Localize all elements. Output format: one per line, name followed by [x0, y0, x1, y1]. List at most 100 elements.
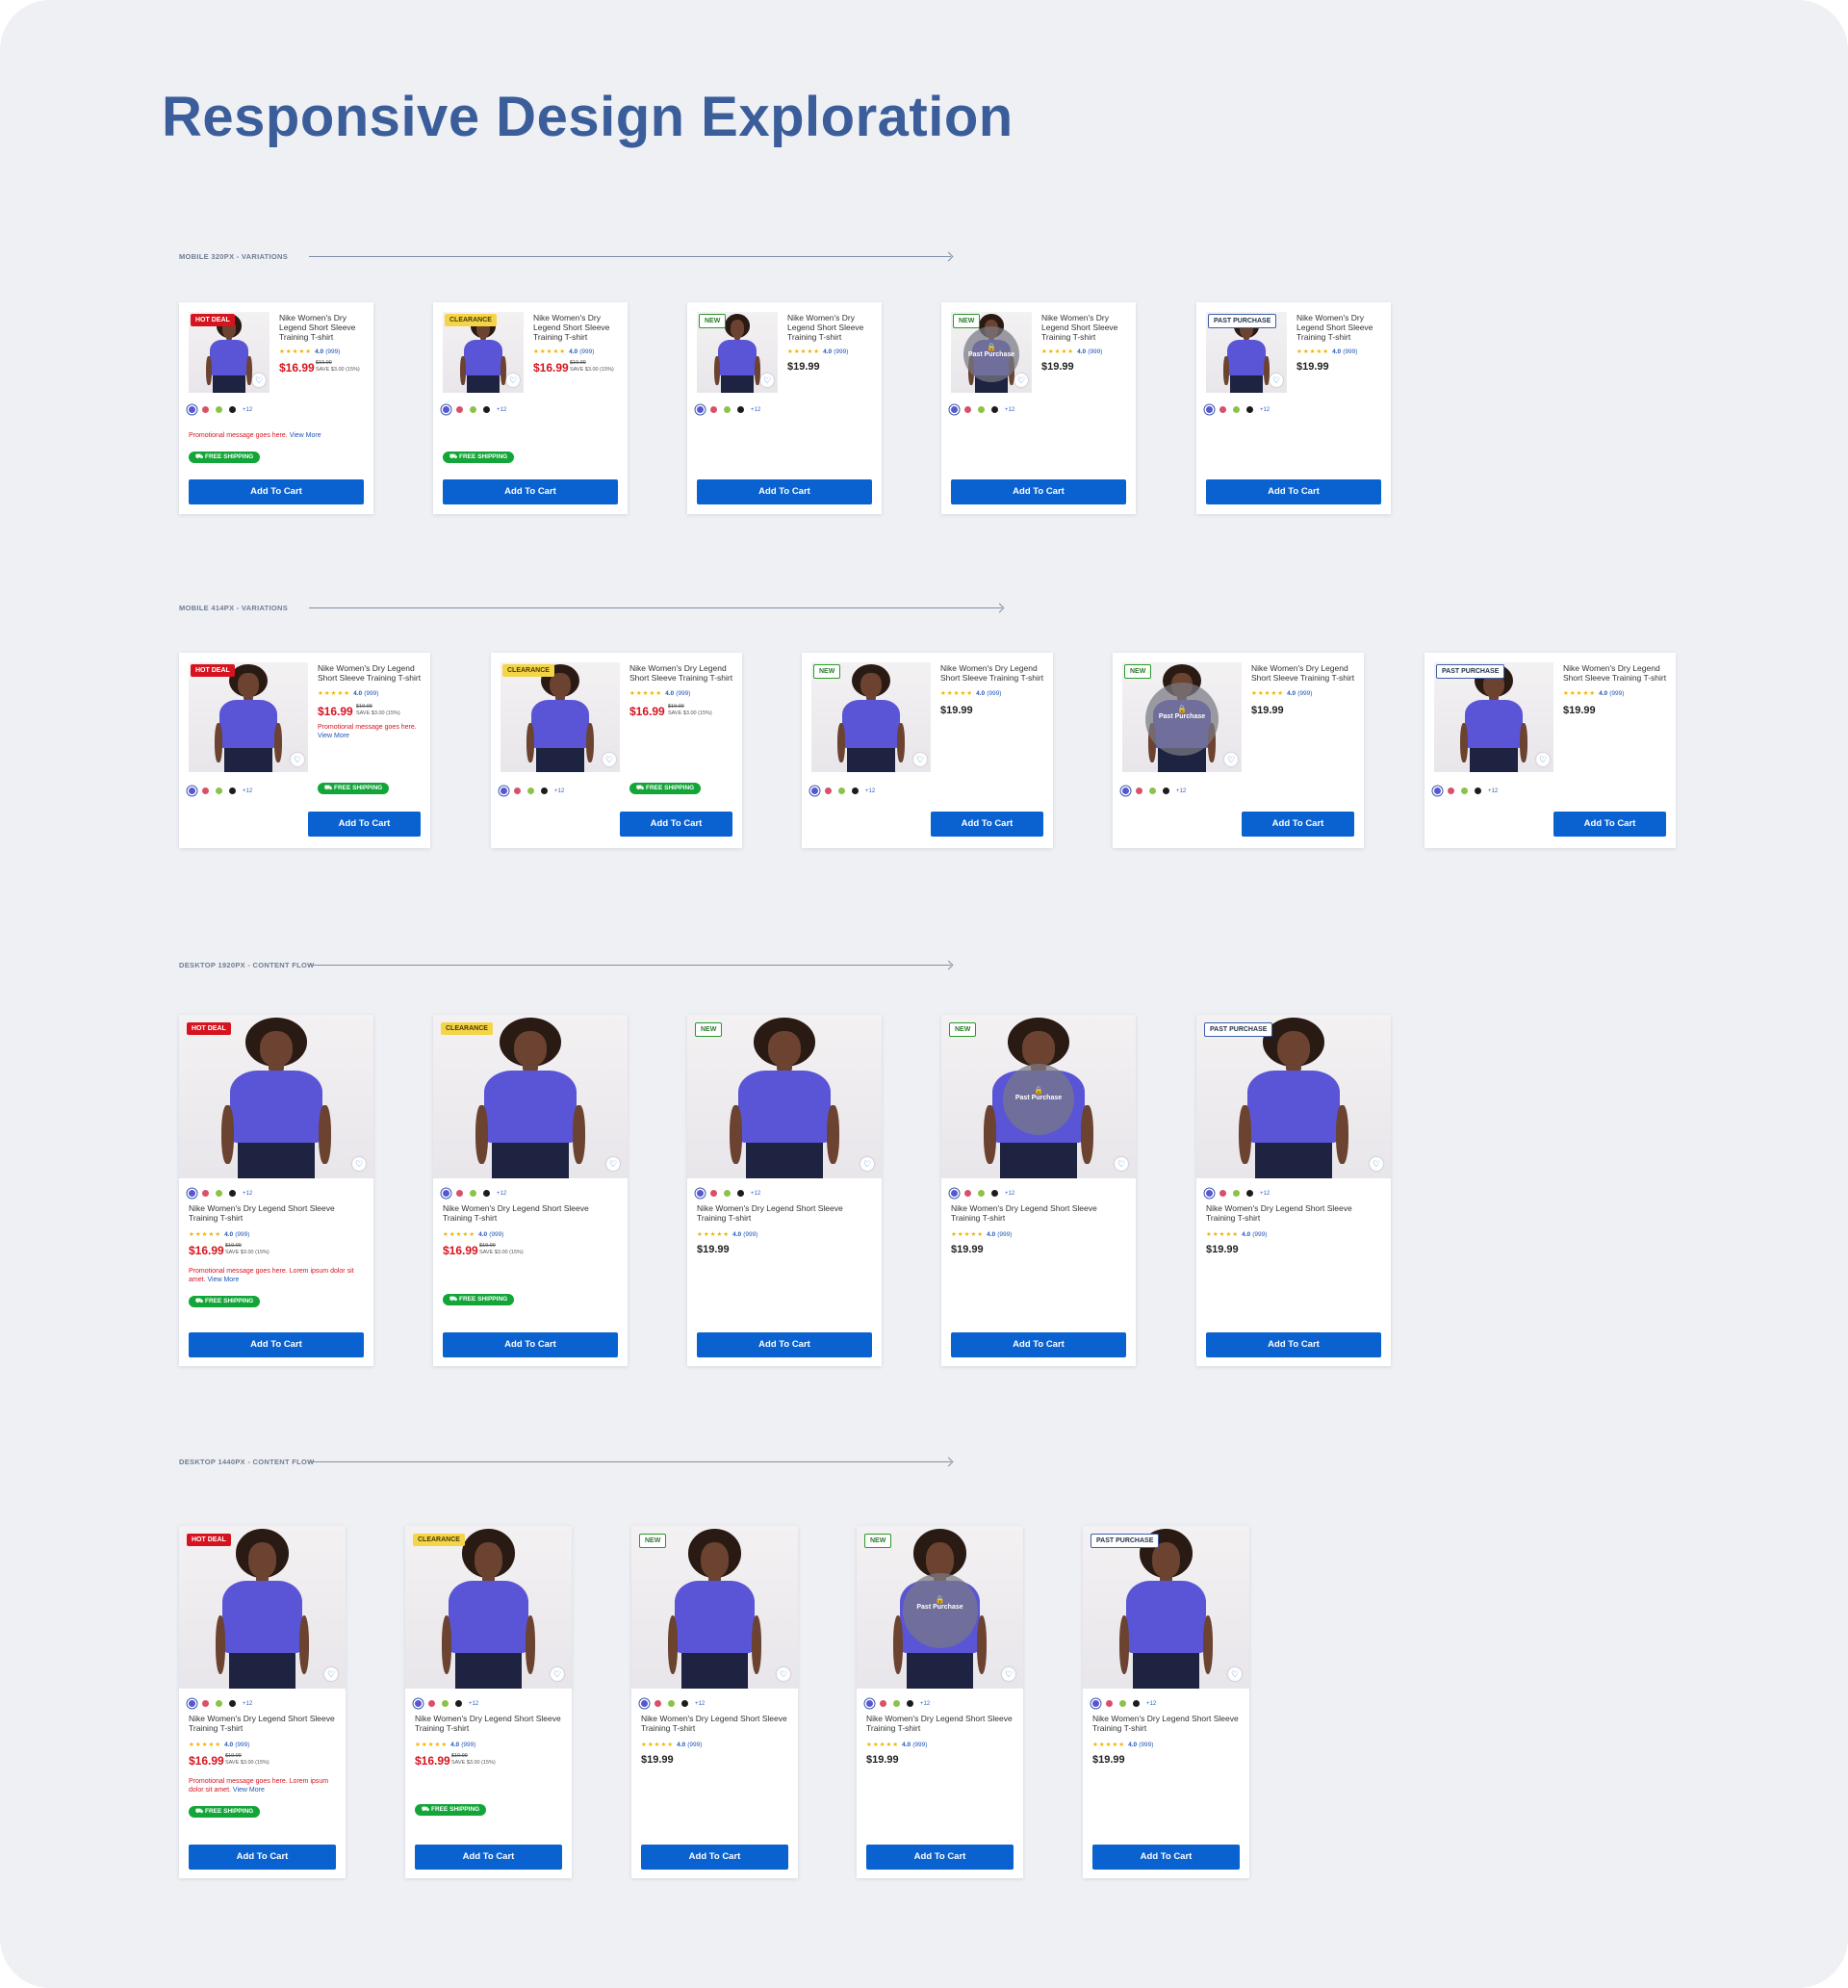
- color-swatches[interactable]: +12: [189, 787, 252, 794]
- favorite-heart-icon[interactable]: ♡: [324, 1667, 338, 1681]
- product-card[interactable]: PAST PURCHASE ♡ +12 Nike Women's Dry Legend…: [1424, 653, 1676, 848]
- more-colors-count[interactable]: +12: [1260, 1191, 1270, 1197]
- product-image[interactable]: [1196, 1015, 1391, 1178]
- favorite-heart-icon[interactable]: ♡: [1014, 374, 1028, 387]
- favorite-heart-icon[interactable]: ♡: [603, 753, 616, 766]
- color-swatch[interactable]: [443, 1190, 449, 1197]
- color-swatch[interactable]: [1149, 787, 1156, 794]
- color-swatches[interactable]: +12: [641, 1700, 705, 1707]
- product-card[interactable]: NEW ♡ +12 Nike Women's Dry Legend Short Sle…: [802, 653, 1053, 848]
- color-swatch[interactable]: [866, 1700, 873, 1707]
- more-colors-count[interactable]: +12: [1260, 407, 1270, 413]
- color-swatch[interactable]: [710, 1190, 717, 1197]
- color-swatch[interactable]: [202, 1190, 209, 1197]
- product-name[interactable]: Nike Women's Dry Legend Short Sleeve Tra…: [443, 1203, 618, 1223]
- more-colors-count[interactable]: +12: [469, 1701, 478, 1707]
- product-image[interactable]: [179, 1526, 346, 1689]
- color-swatch[interactable]: [654, 1700, 661, 1707]
- color-swatch[interactable]: [991, 406, 998, 413]
- color-swatches[interactable]: +12: [1206, 406, 1270, 413]
- product-card[interactable]: PAST PURCHASE ♡ +12 Nike Women's Dry Legend…: [1083, 1526, 1249, 1878]
- color-swatch[interactable]: [825, 787, 832, 794]
- color-swatch[interactable]: [724, 406, 731, 413]
- color-swatch[interactable]: [455, 1700, 462, 1707]
- color-swatch[interactable]: [978, 406, 985, 413]
- color-swatch[interactable]: [229, 406, 236, 413]
- favorite-heart-icon[interactable]: ♡: [252, 374, 266, 387]
- favorite-heart-icon[interactable]: ♡: [1228, 1667, 1242, 1681]
- view-more-link[interactable]: View More: [318, 733, 349, 739]
- color-swatch[interactable]: [202, 787, 209, 794]
- color-swatch[interactable]: [216, 787, 222, 794]
- more-colors-count[interactable]: +12: [1176, 788, 1186, 794]
- review-count[interactable]: (999): [235, 1231, 249, 1238]
- review-count[interactable]: (999): [364, 690, 378, 697]
- color-swatch[interactable]: [483, 406, 490, 413]
- color-swatch[interactable]: [470, 1190, 476, 1197]
- favorite-heart-icon[interactable]: ♡: [291, 753, 304, 766]
- color-swatch[interactable]: [1461, 787, 1468, 794]
- favorite-heart-icon[interactable]: ♡: [913, 753, 927, 766]
- favorite-heart-icon[interactable]: ♡: [860, 1157, 874, 1171]
- color-swatch[interactable]: [216, 406, 222, 413]
- more-colors-count[interactable]: +12: [243, 407, 252, 413]
- color-swatch[interactable]: [216, 1190, 222, 1197]
- product-name[interactable]: Nike Women's Dry Legend Short Sleeve Tra…: [787, 313, 874, 342]
- add-to-cart-button[interactable]: Add To Cart: [1553, 812, 1666, 837]
- add-to-cart-button[interactable]: Add To Cart: [866, 1845, 1014, 1870]
- color-swatch[interactable]: [880, 1700, 886, 1707]
- favorite-heart-icon[interactable]: ♡: [1115, 1157, 1128, 1171]
- product-name[interactable]: Nike Women's Dry Legend Short Sleeve Tra…: [415, 1714, 562, 1733]
- color-swatch[interactable]: [470, 406, 476, 413]
- add-to-cart-button[interactable]: Add To Cart: [189, 1845, 336, 1870]
- color-swatch[interactable]: [1233, 406, 1240, 413]
- color-swatches[interactable]: +12: [500, 787, 564, 794]
- more-colors-count[interactable]: +12: [1146, 1701, 1156, 1707]
- review-count[interactable]: (999): [1297, 690, 1312, 697]
- add-to-cart-button[interactable]: Add To Cart: [1206, 1332, 1381, 1357]
- product-image[interactable]: [500, 662, 620, 772]
- color-swatch[interactable]: [852, 787, 859, 794]
- color-swatches[interactable]: +12: [951, 406, 1014, 413]
- more-colors-count[interactable]: +12: [751, 407, 760, 413]
- color-swatch[interactable]: [229, 787, 236, 794]
- color-swatch[interactable]: [527, 787, 534, 794]
- add-to-cart-button[interactable]: Add To Cart: [1092, 1845, 1240, 1870]
- product-name[interactable]: Nike Women's Dry Legend Short Sleeve Tra…: [866, 1714, 1014, 1733]
- more-colors-count[interactable]: +12: [243, 1191, 252, 1197]
- product-name[interactable]: Nike Women's Dry Legend Short Sleeve Tra…: [940, 663, 1048, 683]
- product-card[interactable]: NEW ♡ +12 Nike Women's Dry Legend Short Sle…: [687, 1015, 882, 1366]
- more-colors-count[interactable]: +12: [243, 788, 252, 794]
- favorite-heart-icon[interactable]: ♡: [352, 1157, 366, 1171]
- product-image[interactable]: [687, 1015, 882, 1178]
- more-colors-count[interactable]: +12: [751, 1191, 760, 1197]
- color-swatch[interactable]: [1233, 1190, 1240, 1197]
- product-name[interactable]: Nike Women's Dry Legend Short Sleeve Tra…: [1092, 1714, 1240, 1733]
- color-swatch[interactable]: [1434, 787, 1441, 794]
- color-swatches[interactable]: +12: [1092, 1700, 1156, 1707]
- color-swatch[interactable]: [1219, 1190, 1226, 1197]
- review-count[interactable]: (999): [461, 1742, 475, 1748]
- product-image[interactable]: [631, 1526, 798, 1689]
- add-to-cart-button[interactable]: Add To Cart: [443, 479, 618, 504]
- review-count[interactable]: (999): [687, 1742, 702, 1748]
- favorite-heart-icon[interactable]: ♡: [506, 374, 520, 387]
- more-colors-count[interactable]: +12: [497, 1191, 506, 1197]
- color-swatches[interactable]: +12: [866, 1700, 930, 1707]
- color-swatches[interactable]: +12: [811, 787, 875, 794]
- color-swatches[interactable]: +12: [189, 1700, 252, 1707]
- color-swatch[interactable]: [229, 1700, 236, 1707]
- product-card[interactable]: NEW ♡ 🔒 Past Purchase +12 Nike Women's Dry Le…: [857, 1526, 1023, 1878]
- color-swatch[interactable]: [415, 1700, 422, 1707]
- color-swatch[interactable]: [811, 787, 818, 794]
- color-swatches[interactable]: +12: [1434, 787, 1498, 794]
- product-image[interactable]: [811, 662, 931, 772]
- product-card[interactable]: NEW ♡ +12 Nike Women's Dry Legend Short Sle…: [631, 1526, 798, 1878]
- add-to-cart-button[interactable]: Add To Cart: [620, 812, 732, 837]
- add-to-cart-button[interactable]: Add To Cart: [641, 1845, 788, 1870]
- color-swatches[interactable]: +12: [1122, 787, 1186, 794]
- add-to-cart-button[interactable]: Add To Cart: [1206, 479, 1381, 504]
- color-swatch[interactable]: [1092, 1700, 1099, 1707]
- color-swatch[interactable]: [893, 1700, 900, 1707]
- color-swatch[interactable]: [964, 406, 971, 413]
